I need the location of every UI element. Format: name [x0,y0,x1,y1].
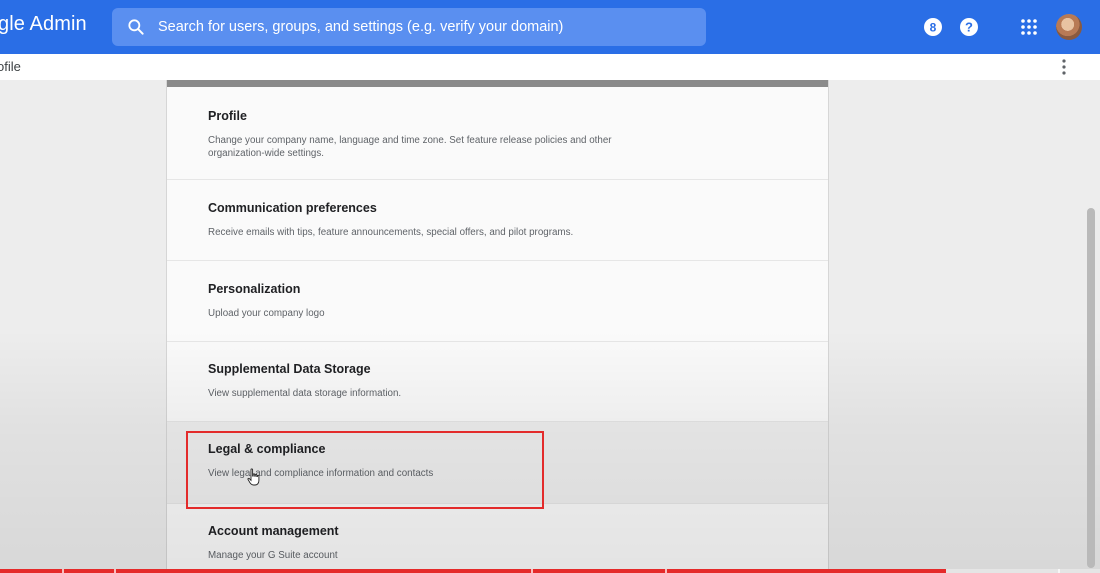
row-description: Receive emails with tips, feature announ… [208,227,574,238]
row-description: Upload your company logo [208,308,325,319]
hand-cursor-icon [247,468,260,486]
chapter-marker [531,569,533,573]
breadcrumb[interactable]: ofile [0,59,21,74]
row-description: Manage your G Suite account [208,550,338,561]
settings-row-account-management[interactable]: Account management Manage your G Suite a… [167,504,828,573]
chapter-marker [114,569,116,573]
row-title: Communication preferences [208,201,377,215]
help-icon[interactable]: ? [959,17,979,37]
more-options-icon[interactable] [1058,58,1070,76]
settings-row-supplemental-data-storage[interactable]: Supplemental Data Storage View supplemen… [167,342,828,422]
svg-text:8: 8 [930,21,937,35]
chapter-marker [665,569,667,573]
panel-header-strip [167,80,828,87]
avatar[interactable] [1056,14,1082,40]
highlight-annotation-box [186,431,544,509]
support-8-icon[interactable]: 8 [923,17,943,37]
svg-text:?: ? [965,20,973,35]
row-title: Account management [208,524,339,538]
video-progress-bar[interactable] [0,569,1100,573]
video-progress-fill [0,569,946,573]
top-app-bar: gle Admin Search for users, groups, and … [0,0,1100,54]
chapter-marker [62,569,64,573]
row-title: Profile [208,109,247,123]
settings-row-profile[interactable]: Profile Change your company name, langua… [167,87,828,180]
settings-row-communication-preferences[interactable]: Communication preferences Receive emails… [167,180,828,261]
vertical-scrollbar[interactable] [1087,208,1095,568]
search-placeholder: Search for users, groups, and settings (… [158,19,564,35]
search-icon [128,19,144,35]
row-title: Personalization [208,282,301,296]
app-brand[interactable]: gle Admin [0,13,87,36]
apps-grid-icon[interactable] [1019,17,1039,37]
breadcrumb-bar: ofile [0,54,1100,80]
settings-row-personalization[interactable]: Personalization Upload your company logo [167,261,828,342]
row-description: View supplemental data storage informati… [208,388,402,399]
search-input[interactable]: Search for users, groups, and settings (… [112,8,706,46]
row-description: Change your company name, language and t… [208,135,612,159]
chapter-marker [1058,569,1060,573]
row-title: Supplemental Data Storage [208,362,371,376]
